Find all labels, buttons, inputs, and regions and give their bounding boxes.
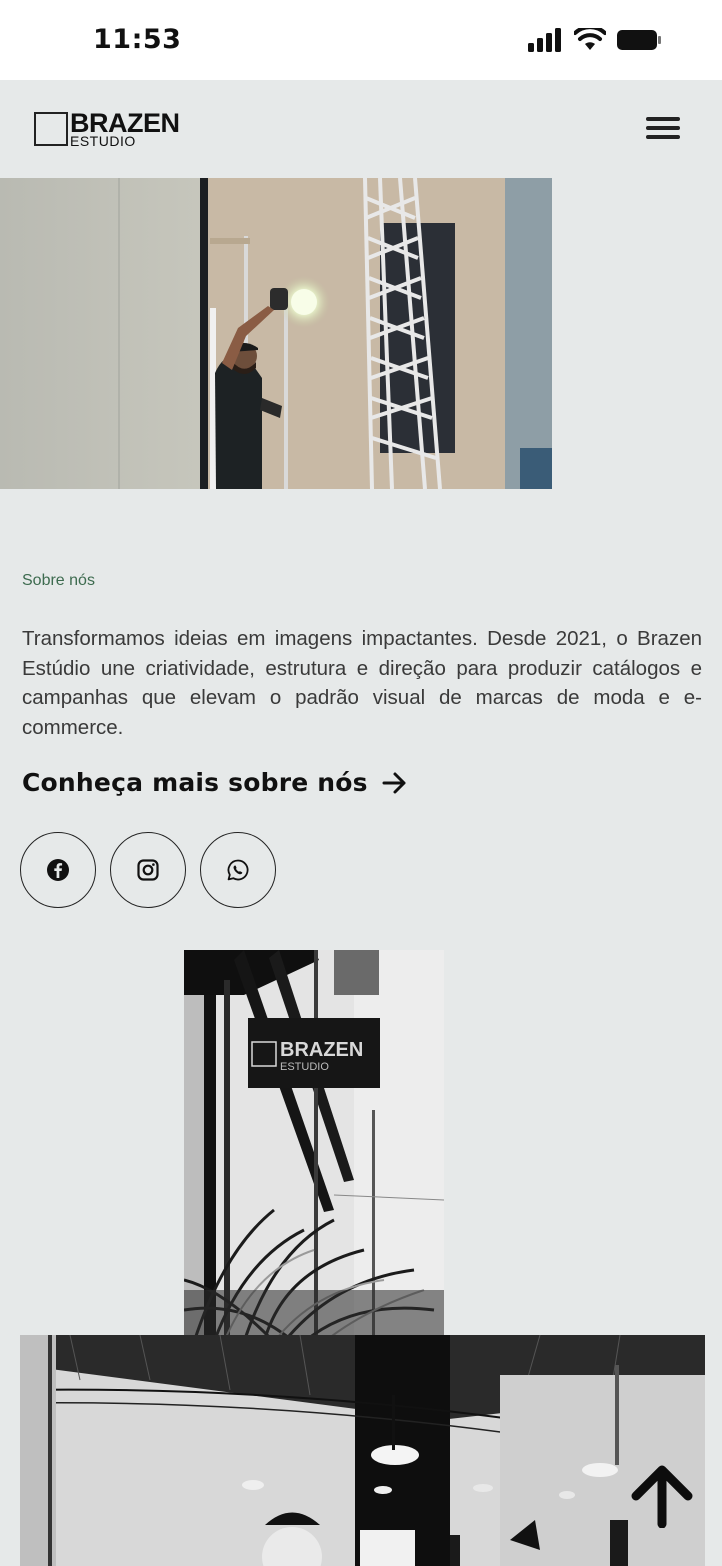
- learn-more-label: Conheça mais sobre nós: [22, 768, 368, 797]
- arrow-right-icon: [382, 772, 406, 793]
- learn-more-link[interactable]: Conheça mais sobre nós: [22, 768, 408, 797]
- sign-sub-text: ESTUDIO: [280, 1061, 329, 1073]
- facebook-button[interactable]: [20, 832, 96, 908]
- hero-image: [0, 178, 552, 489]
- wifi-icon: [574, 28, 606, 50]
- studio-interior-photo: [20, 1335, 705, 1566]
- social-links: [20, 832, 276, 908]
- logo-square-icon: [34, 112, 68, 146]
- hamburger-menu-icon[interactable]: [646, 117, 680, 143]
- instagram-button[interactable]: [110, 832, 186, 908]
- sign-brand-text: BRAZEN: [280, 1039, 363, 1061]
- logo-subtitle: ESTUDIO: [70, 133, 136, 149]
- arrow-up-icon: [631, 1465, 693, 1529]
- site-logo[interactable]: BRAZEN ESTUDIO: [34, 109, 184, 151]
- section-label-about: Sobre nós: [22, 572, 95, 589]
- whatsapp-button[interactable]: [200, 832, 276, 908]
- instagram-icon: [137, 859, 159, 881]
- facebook-icon: [47, 859, 69, 881]
- studio-sign-photo: BRAZEN ESTUDIO: [184, 950, 444, 1342]
- status-icons: [528, 27, 662, 53]
- status-bar: 11:53: [0, 0, 722, 80]
- signal-icon: [528, 28, 561, 52]
- status-time: 11:53: [93, 24, 182, 55]
- whatsapp-icon: [227, 859, 249, 881]
- back-to-top-button[interactable]: [630, 1462, 694, 1529]
- about-description: Transformamos ideias em imagens impactan…: [22, 627, 702, 739]
- battery-icon: [617, 30, 661, 50]
